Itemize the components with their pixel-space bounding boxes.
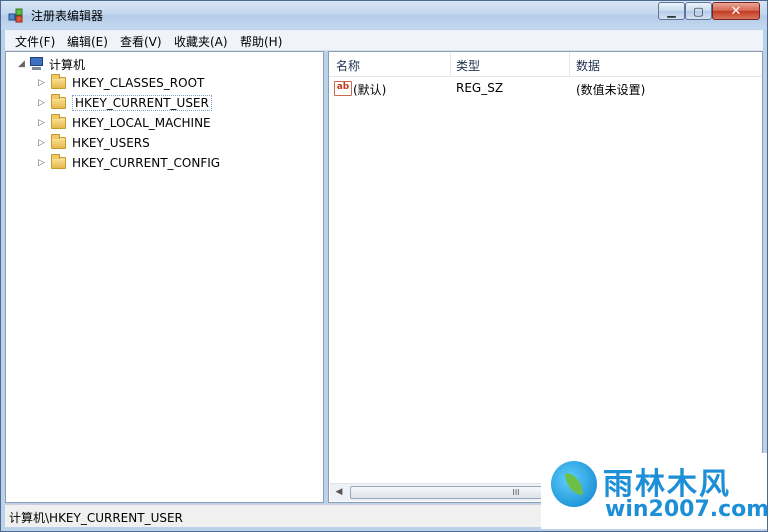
menu-help[interactable]: 帮助(H) [240,33,282,50]
menu-view[interactable]: 查看(V) [120,33,162,50]
window-title: 注册表编辑器 [31,9,104,23]
tree-item-hkey-classes-root[interactable]: ▷ HKEY_CLASSES_ROOT [38,73,204,93]
menu-file[interactable]: 文件(F) [15,33,55,50]
status-path: 计算机\HKEY_CURRENT_USER [9,511,183,525]
expand-arrow-icon[interactable]: ▷ [38,78,48,88]
tree-pane: ◢ 计算机 ▷ HKEY_CLASSES_ROOT ▷ HKEY_CURRENT… [5,51,324,503]
column-divider[interactable] [450,52,451,76]
column-data-header[interactable]: 数据 [576,57,600,74]
minimize-button[interactable]: ▁ [658,2,685,20]
title-bar[interactable]: 注册表编辑器 ▁ ▢ ✕ [1,1,767,29]
tree-root-computer[interactable]: ◢ 计算机 [18,54,85,74]
maximize-button[interactable]: ▢ [685,2,712,20]
folder-icon [51,94,66,109]
column-name-header[interactable]: 名称 [336,57,360,74]
collapse-arrow-icon[interactable]: ◢ [18,59,28,69]
value-data: (数值未设置) [576,83,646,97]
computer-icon [28,57,44,71]
close-button[interactable]: ✕ [712,2,760,20]
tree-item-hkey-local-machine[interactable]: ▷ HKEY_LOCAL_MACHINE [38,113,211,133]
maximize-icon: ▢ [693,4,704,18]
scroll-left-icon[interactable]: ◀ [332,486,346,499]
expand-arrow-icon[interactable]: ▷ [38,118,48,128]
folder-icon [51,154,66,169]
folder-icon [51,74,66,89]
watermark-domain-text: win2007.com [605,497,768,522]
tree-item-label: HKEY_CURRENT_USER [72,95,212,111]
tree-root-label: 计算机 [49,57,86,72]
tree-item-label: HKEY_LOCAL_MACHINE [72,116,211,130]
menu-bar: 文件(F) 编辑(E) 查看(V) 收藏夹(A) 帮助(H) [5,30,763,51]
expand-arrow-icon[interactable]: ▷ [38,98,48,108]
expand-arrow-icon[interactable]: ▷ [38,158,48,168]
string-value-icon: ab [334,81,352,96]
menu-edit[interactable]: 编辑(E) [67,33,108,50]
close-icon: ✕ [730,3,742,19]
column-divider[interactable] [569,52,570,76]
value-name: (默认) [353,83,387,97]
tree-item-label: HKEY_CLASSES_ROOT [72,76,205,90]
tree-item-label: HKEY_USERS [72,136,150,150]
expand-arrow-icon[interactable]: ▷ [38,138,48,148]
registry-editor-window: 注册表编辑器 ▁ ▢ ✕ 文件(F) 编辑(E) 查看(V) 收藏夹(A) 帮助… [0,0,768,532]
tree-item-hkey-current-user[interactable]: ▷ HKEY_CURRENT_USER [38,93,212,113]
values-pane: 名称 类型 数据 ab (默认) REG_SZ (数值未设置) ◀ III [328,51,763,503]
minimize-icon: ▁ [667,4,676,18]
watermark-logo-icon [551,461,597,507]
tree-item-hkey-users[interactable]: ▷ HKEY_USERS [38,133,150,153]
value-type: REG_SZ [456,81,504,95]
column-header: 名称 类型 数据 [329,52,762,77]
column-type-header[interactable]: 类型 [456,57,480,74]
registry-editor-app-icon [8,8,23,23]
tree-item-label: HKEY_CURRENT_CONFIG [72,156,221,170]
folder-icon [51,134,66,149]
list-item[interactable]: ab (默认) REG_SZ (数值未设置) [329,78,762,98]
watermark: 雨林木风 win2007.com [541,453,768,529]
menu-favorites[interactable]: 收藏夹(A) [174,33,228,50]
folder-icon [51,114,66,129]
tree-item-hkey-current-config[interactable]: ▷ HKEY_CURRENT_CONFIG [38,153,220,173]
